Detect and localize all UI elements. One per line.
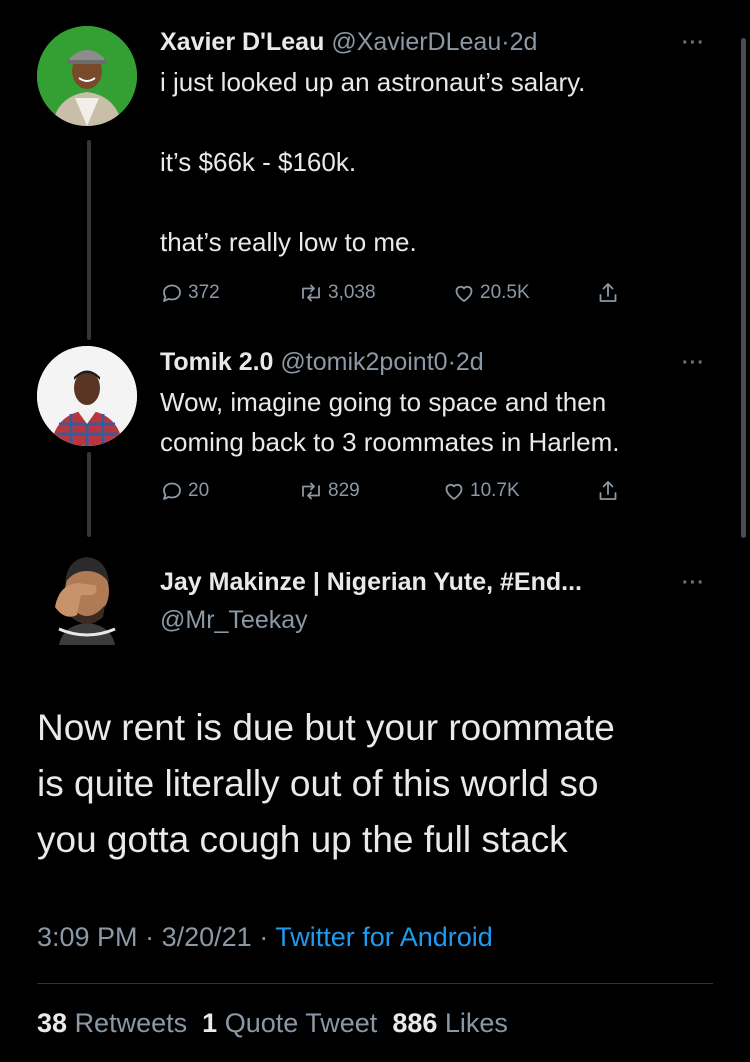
- separator-dot: ·: [447, 348, 456, 376]
- quote-count: 1: [202, 1008, 218, 1038]
- more-icon[interactable]: ···: [682, 352, 705, 375]
- main-author-name[interactable]: Jay Makinze | Nigerian Yute, #End...: [160, 566, 582, 598]
- retweet-button[interactable]: 3,038: [298, 278, 376, 308]
- tweet-text-line: i just looked up an astronaut’s salary.: [160, 67, 586, 97]
- tweet-header: Tomik 2.0 @tomik2point0·2d: [160, 346, 484, 378]
- tweet-date[interactable]: 3/20/21: [162, 922, 252, 952]
- like-button[interactable]: 20.5K: [452, 278, 530, 308]
- quote-tweets-stat[interactable]: 1 Quote Tweet: [202, 1008, 377, 1038]
- separator-dot: ·: [145, 922, 155, 952]
- reply-count: 372: [188, 282, 220, 303]
- reply-button[interactable]: 20: [160, 476, 209, 506]
- retweet-button[interactable]: 829: [298, 476, 360, 506]
- avatar-photo: [37, 346, 137, 446]
- like-icon: [455, 285, 473, 302]
- likes-stat[interactable]: 886 Likes: [392, 1008, 508, 1038]
- main-tweet-text-line: Now rent is due but your roommate: [37, 707, 615, 748]
- tweet-header: Xavier D'Leau @XavierDLeau·2d: [160, 26, 537, 58]
- like-button[interactable]: 10.7K: [442, 476, 520, 506]
- main-author-handle[interactable]: @Mr_Teekay: [160, 604, 308, 636]
- reply-count: 20: [188, 480, 210, 501]
- reply-button[interactable]: 372: [160, 278, 220, 308]
- divider: [37, 983, 713, 984]
- avatar-photo: [37, 26, 137, 126]
- tweet-time[interactable]: 2d: [456, 348, 484, 376]
- avatar[interactable]: [37, 26, 137, 126]
- like-count: 20.5K: [480, 282, 530, 303]
- main-tweet-text: Now rent is due but your roommate is qui…: [37, 700, 615, 868]
- avatar[interactable]: [37, 545, 137, 645]
- share-button[interactable]: [596, 476, 620, 506]
- tweet-timestamp[interactable]: 3:09 PM: [37, 922, 138, 952]
- facepalm-memoji-avatar: [37, 545, 137, 645]
- tweet-text-line: coming back to 3 roommates in Harlem.: [160, 427, 620, 457]
- share-icon: [599, 481, 617, 500]
- share-button[interactable]: [596, 278, 620, 308]
- tweet-time[interactable]: 2d: [510, 28, 538, 56]
- separator-dot: ·: [259, 922, 269, 952]
- thread-line: [87, 140, 91, 340]
- main-tweet-text-line: you gotta cough up the full stack: [37, 819, 568, 860]
- quote-label: Quote Tweet: [224, 1008, 378, 1038]
- tweet-meta: 3:09 PM · 3/20/21 · Twitter for Android: [37, 922, 493, 953]
- tweet-source-link[interactable]: Twitter for Android: [275, 922, 493, 952]
- retweets-stat[interactable]: 38 Retweets: [37, 1008, 187, 1038]
- main-tweet-text-line: is quite literally out of this world so: [37, 763, 599, 804]
- more-icon[interactable]: ···: [682, 572, 705, 595]
- retweets-count: 38: [37, 1008, 68, 1038]
- author-handle[interactable]: @XavierDLeau: [331, 28, 501, 56]
- tweet-actions: 20 829 10.7K: [160, 476, 640, 506]
- more-icon[interactable]: ···: [682, 32, 705, 55]
- retweet-icon: [302, 284, 320, 302]
- tweet-stats: 38 Retweets 1 Quote Tweet 886 Likes: [37, 1008, 508, 1039]
- likes-count: 886: [392, 1008, 438, 1038]
- retweets-label: Retweets: [74, 1008, 188, 1038]
- tweet-text-line: it’s $66k - $160k.: [160, 147, 357, 177]
- reply-icon: [163, 284, 181, 302]
- author-name[interactable]: Tomik 2.0: [160, 348, 273, 376]
- scrollbar[interactable]: [741, 38, 746, 538]
- tweet-actions: 372 3,038 20.5K: [160, 278, 640, 308]
- retweet-count: 3,038: [328, 282, 376, 303]
- tweet-text-line: that’s really low to me.: [160, 227, 417, 257]
- retweet-icon: [302, 482, 320, 500]
- like-icon: [445, 483, 463, 500]
- reply-icon: [163, 482, 181, 500]
- likes-label: Likes: [444, 1008, 508, 1038]
- thread-line: [87, 452, 91, 537]
- like-count: 10.7K: [470, 480, 520, 501]
- author-name[interactable]: Xavier D'Leau: [160, 28, 324, 56]
- share-icon: [599, 283, 617, 302]
- tweet-text-line: Wow, imagine going to space and then: [160, 387, 607, 417]
- avatar[interactable]: [37, 346, 137, 446]
- author-handle[interactable]: @tomik2point0: [280, 348, 447, 376]
- separator-dot: ·: [501, 28, 510, 56]
- retweet-count: 829: [328, 480, 360, 501]
